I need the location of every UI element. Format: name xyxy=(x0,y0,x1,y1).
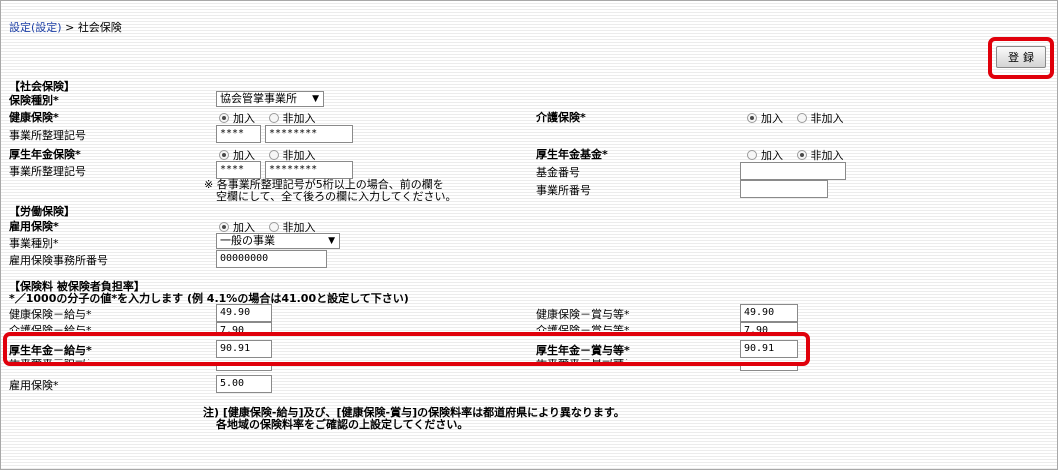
radio-checked-icon xyxy=(219,113,229,123)
health-office-code-field-2[interactable]: ******** xyxy=(265,125,353,143)
radio-care-not-join[interactable]: 非加入 xyxy=(796,110,844,126)
employment-office-number-field[interactable]: 00000000 xyxy=(216,250,327,268)
insurance-type-value: 協会管掌事業所 xyxy=(220,92,297,105)
radio-unchecked-icon xyxy=(796,113,807,123)
health-insurance-radios: 加入 非加入 xyxy=(219,110,326,126)
dropdown-arrow-icon: ▼ xyxy=(328,236,335,246)
label-business-type: 事業種別* xyxy=(9,237,59,250)
radio-label: 加入 xyxy=(761,149,783,162)
label-pension-fund: 厚生年金基金* xyxy=(536,148,608,161)
radio-unchecked-icon xyxy=(747,150,757,160)
pension-office-code-field-2[interactable]: ******** xyxy=(265,161,353,179)
label-pension-insurance: 厚生年金保険* xyxy=(9,148,81,161)
rates-instruction: *／1000の分子の値*を入力します (例 4.1%の場合は41.00と設定して… xyxy=(9,292,409,305)
label-fund-number: 基金番号 xyxy=(536,166,580,179)
radio-label: 加入 xyxy=(233,112,255,125)
radio-label: 加入 xyxy=(761,112,783,125)
label-employment-office-number: 雇用保険事務所番号 xyxy=(9,254,108,267)
section-header-labor: 【労働保険】 xyxy=(9,205,75,218)
radio-checked-icon xyxy=(796,150,807,160)
office-number-field[interactable] xyxy=(740,180,828,198)
radio-health-not-join[interactable]: 非加入 xyxy=(268,110,316,126)
fund-number-field[interactable] xyxy=(740,162,846,180)
radio-unchecked-icon xyxy=(268,113,279,123)
radio-fund-not-join[interactable]: 非加入 xyxy=(796,147,844,163)
radio-checked-icon xyxy=(747,113,757,123)
radio-label: 非加入 xyxy=(810,149,844,162)
highlight-register xyxy=(988,37,1054,79)
label-health-office-code: 事業所整理記号 xyxy=(9,129,86,142)
label-health-salary: 健康保険－給与* xyxy=(9,308,92,321)
label-employment-rate: 雇用保険* xyxy=(9,379,59,392)
employment-rate-field[interactable]: 5.00 xyxy=(216,375,272,393)
label-health-insurance: 健康保険* xyxy=(9,111,59,124)
label-care-bonus: 介護保険－賞与等* xyxy=(536,324,630,331)
radio-care-join[interactable]: 加入 xyxy=(747,110,783,126)
dropdown-arrow-icon: ▼ xyxy=(312,94,319,104)
business-type-select[interactable]: 一般の事業 ▼ xyxy=(216,233,340,249)
radio-unchecked-icon xyxy=(268,222,279,232)
pension-office-code-field-1[interactable]: **** xyxy=(216,161,261,179)
care-insurance-radios: 加入 非加入 xyxy=(747,110,854,126)
label-care-salary: 介護保険－給与* xyxy=(9,324,92,331)
label-pension-office-code: 事業所整理記号 xyxy=(9,165,86,178)
breadcrumb-separator: > xyxy=(61,21,78,34)
radio-health-join[interactable]: 加入 xyxy=(219,110,255,126)
label-care-insurance: 介護保険* xyxy=(536,111,586,124)
radio-label: 非加入 xyxy=(282,112,316,125)
radio-label: 非加入 xyxy=(810,112,844,125)
breadcrumb-link-settings[interactable]: 設定(設定) xyxy=(9,21,62,34)
care-bonus-field[interactable]: 7.90 xyxy=(740,322,798,332)
care-salary-field[interactable]: 7.90 xyxy=(216,322,272,332)
radio-checked-icon xyxy=(219,150,229,160)
label-office-number: 事業所番号 xyxy=(536,184,591,197)
radio-checked-icon xyxy=(219,222,229,232)
insurance-type-select[interactable]: 協会管掌事業所 ▼ xyxy=(216,91,324,107)
label-employment-insurance: 雇用保険* xyxy=(9,220,59,233)
rates-footer-note-2: 各地域の保険料率をご確認の上設定してください。 xyxy=(216,418,469,431)
radio-fund-join[interactable]: 加入 xyxy=(747,147,783,163)
business-type-value: 一般の事業 xyxy=(220,234,275,247)
settings-panel: 設定(設定) > 社会保険 登録 【社会保険】 保険種別* 協会管掌事業所 ▼ 健… xyxy=(0,0,1058,470)
office-code-note-2: 空欄にして、全て後ろの欄に入力してください。 xyxy=(216,190,457,203)
breadcrumb-current: 社会保険 xyxy=(77,21,122,34)
health-bonus-field[interactable]: 49.90 xyxy=(740,304,798,322)
breadcrumb: 設定(設定) > 社会保険 xyxy=(9,19,122,35)
health-office-code-field-1[interactable]: **** xyxy=(216,125,261,143)
label-health-bonus: 健康保険－賞与等* xyxy=(536,308,630,321)
health-salary-field[interactable]: 49.90 xyxy=(216,304,272,322)
label-insurance-type: 保険種別* xyxy=(9,94,59,107)
pension-fund-radios: 加入 非加入 xyxy=(747,147,854,163)
highlight-pension-row xyxy=(3,332,810,366)
radio-unchecked-icon xyxy=(268,150,279,160)
